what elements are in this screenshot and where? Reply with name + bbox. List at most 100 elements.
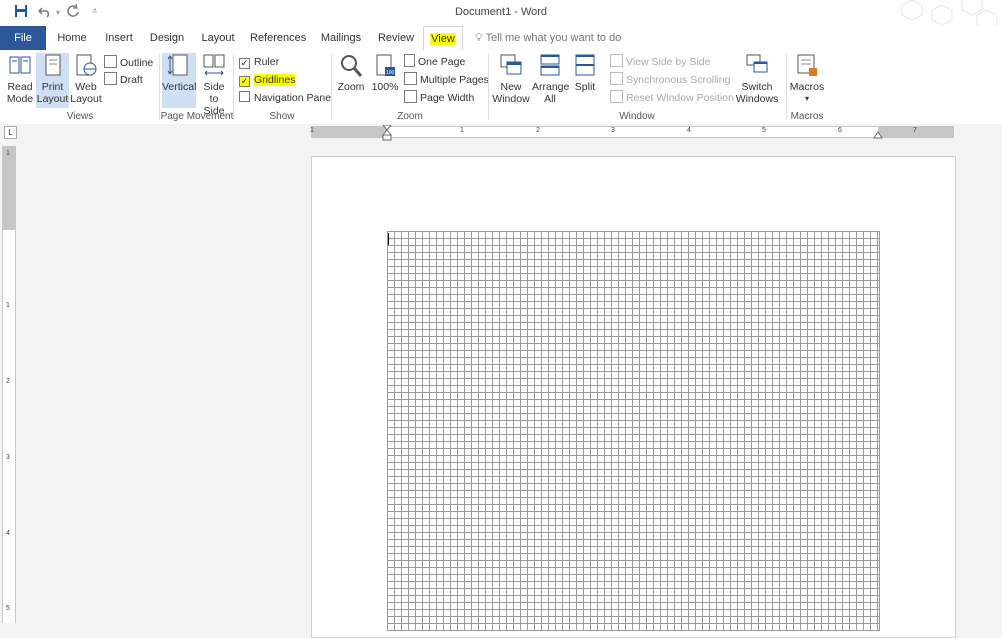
- group-label-zoom: Zoom: [397, 111, 423, 122]
- vertical-button[interactable]: Vertical: [162, 53, 196, 108]
- page-100-icon: 100: [376, 54, 395, 76]
- navigation-pane-checkbox[interactable]: Navigation Pane: [239, 90, 331, 106]
- ruler-number: 4: [6, 530, 10, 537]
- group-label-views: Views: [66, 111, 94, 122]
- gridlines-overlay: [387, 231, 880, 631]
- web-page-icon: [76, 54, 97, 76]
- side-by-side-icon: [610, 54, 623, 67]
- group-divider: [488, 54, 489, 120]
- window-title: Document1 - Word: [454, 6, 548, 18]
- ruler-number: 6: [838, 127, 842, 134]
- check-icon: ✓: [239, 58, 250, 69]
- tab-home[interactable]: Home: [55, 26, 89, 50]
- ruler-number: 5: [6, 605, 10, 612]
- tell-me-search[interactable]: 💡︎ Tell me what you want to do: [475, 26, 621, 50]
- tab-file[interactable]: File: [0, 26, 46, 50]
- ruler-number: 3: [611, 127, 615, 134]
- sync-scroll-icon: [610, 72, 623, 85]
- ruler-number: 5: [762, 127, 766, 134]
- reset-position-icon: [610, 90, 623, 103]
- switch-windows-icon: [746, 54, 768, 73]
- checkbox-empty-icon: [239, 91, 250, 102]
- arrange-all-button[interactable]: Arrange All: [532, 53, 570, 105]
- multiple-pages-label: Multiple Pages: [420, 74, 489, 86]
- tab-layout[interactable]: Layout: [200, 26, 236, 50]
- outline-button[interactable]: Outline: [104, 55, 153, 71]
- outline-icon: [104, 55, 117, 68]
- multiple-pages-button[interactable]: Multiple Pages: [404, 72, 489, 88]
- ruler-number: 2: [6, 378, 10, 385]
- group-divider: [786, 54, 787, 120]
- web-layout-label: Web Layout: [70, 81, 102, 105]
- split-button[interactable]: Split: [570, 53, 600, 93]
- lightbulb-icon: 💡︎: [475, 32, 483, 44]
- outline-label: Outline: [120, 57, 154, 69]
- ruler-number: 2: [536, 127, 540, 134]
- switch-windows-button[interactable]: Switch Windows: [733, 53, 781, 105]
- tab-mailings[interactable]: Mailings: [318, 26, 364, 50]
- draft-label: Draft: [120, 74, 143, 86]
- group-label-window: Window: [619, 111, 655, 122]
- multiple-pages-icon: [404, 72, 417, 85]
- tab-review[interactable]: Review: [377, 26, 415, 50]
- macros-button[interactable]: Macros ▾: [789, 53, 825, 105]
- ruler-checkbox[interactable]: ✓ Ruler: [239, 54, 279, 70]
- text-cursor: [388, 233, 389, 245]
- gridlines-checkbox[interactable]: ✓ Gridlines: [239, 72, 296, 88]
- gridlines-label: Gridlines: [254, 74, 296, 86]
- draft-icon: [104, 72, 117, 85]
- book-icon: [9, 56, 31, 74]
- ruler-number: 1: [6, 302, 10, 309]
- indent-marker-icon[interactable]: [382, 125, 392, 143]
- side-to-side-button[interactable]: Side to Side: [198, 53, 230, 117]
- read-mode-button[interactable]: Read Mode: [4, 53, 36, 105]
- tab-view-label: View: [430, 33, 456, 45]
- navigation-pane-label: Navigation Pane: [254, 92, 332, 104]
- read-mode-label: Read Mode: [6, 81, 34, 105]
- right-indent-marker-icon[interactable]: [873, 129, 883, 139]
- print-layout-button[interactable]: Print Layout: [36, 53, 69, 108]
- chevron-down-icon: ▾: [804, 94, 809, 103]
- group-divider: [331, 54, 332, 120]
- page-width-button[interactable]: Page Width: [404, 90, 474, 106]
- ruler-number: 3: [6, 454, 10, 461]
- tab-design[interactable]: Design: [149, 26, 185, 50]
- synchronous-scrolling-button[interactable]: Synchronous Scrolling: [610, 72, 730, 88]
- zoom-100-button[interactable]: 100 100%: [370, 53, 400, 93]
- ruler-number: 1: [460, 127, 464, 134]
- group-divider: [233, 54, 234, 120]
- draft-button[interactable]: Draft: [104, 72, 143, 88]
- ruler-number: 4: [687, 127, 691, 134]
- zoom-100-label: 100%: [371, 81, 399, 93]
- ribbon: Read Mode Print Layout Web Layout Outlin…: [0, 50, 1002, 125]
- new-window-icon: [500, 54, 522, 75]
- print-layout-label: Print Layout: [36, 81, 69, 105]
- arrange-all-label: Arrange All: [532, 81, 570, 105]
- tab-insert[interactable]: Insert: [103, 26, 135, 50]
- zoom-button[interactable]: Zoom: [336, 53, 366, 93]
- new-window-button[interactable]: New Window: [492, 53, 530, 105]
- web-layout-button[interactable]: Web Layout: [70, 53, 102, 105]
- arrange-all-icon: [540, 54, 560, 76]
- vertical-scroll-icon: [167, 54, 188, 76]
- synchronous-scrolling-label: Synchronous Scrolling: [626, 74, 731, 86]
- tab-selector[interactable]: L: [4, 126, 17, 139]
- ruler-margin-top: [3, 146, 15, 230]
- side-to-side-icon: [203, 54, 225, 76]
- macros-icon: [797, 54, 817, 76]
- horizontal-ruler[interactable]: 1 1 2 3 4 5 6 7: [310, 125, 954, 141]
- ruler-label: Ruler: [254, 56, 280, 68]
- title-bar: ▾ ⩡ Document1 - Word: [0, 0, 1002, 30]
- group-label-macros: Macros: [790, 111, 824, 122]
- vertical-label: Vertical: [162, 81, 197, 93]
- reset-window-position-button[interactable]: Reset Window Position: [610, 90, 734, 106]
- view-side-by-side-button[interactable]: View Side by Side: [610, 54, 710, 70]
- one-page-button[interactable]: One Page: [404, 54, 465, 70]
- ruler-number: 1: [310, 127, 314, 134]
- vertical-ruler[interactable]: 1 1 2 3 4 5: [2, 146, 16, 623]
- tab-references[interactable]: References: [250, 26, 306, 50]
- svg-text:100: 100: [386, 70, 395, 76]
- tab-view[interactable]: View: [423, 26, 463, 51]
- group-label-page-movement: Page Movement: [160, 111, 234, 122]
- magnifier-icon: [341, 55, 363, 77]
